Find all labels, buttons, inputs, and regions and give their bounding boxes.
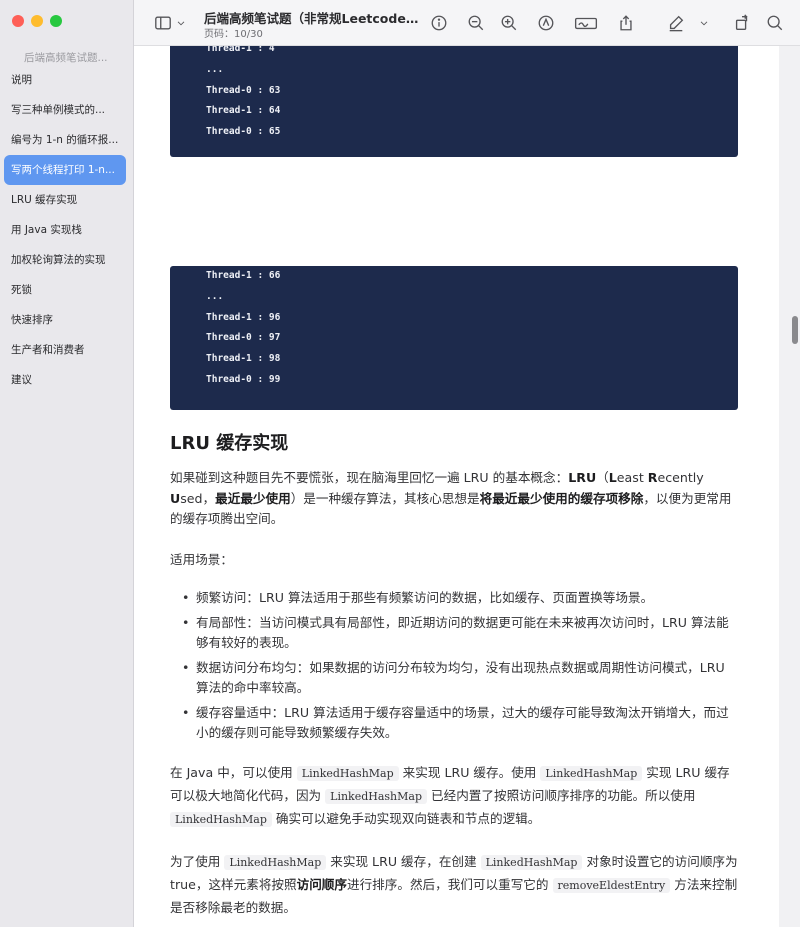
code-block: Thread-1 : 66 ... Thread-1 : 96 Thread-0… (170, 266, 738, 410)
window-controls (12, 15, 62, 27)
code-line: Thread-1 : 98 (206, 353, 281, 365)
sidebar-item-stack[interactable]: 用 Java 实现栈 (4, 215, 126, 245)
text: 确实可以避免手动实现双向链表和节点的逻辑。 (271, 810, 541, 826)
rotate-icon[interactable] (731, 12, 753, 34)
text: 来实现 LRU 缓存。使用 (398, 764, 541, 780)
sidebar-item-producer-consumer[interactable]: 生产者和消费者 (4, 335, 126, 365)
code-line: Thread-1 : 64 (206, 105, 281, 117)
bold-text: 最近最少使用 (215, 490, 291, 506)
document-view[interactable]: Thread-1 : 4 ... Thread-0 : 63 Thread-1 … (134, 46, 800, 927)
sidebar-item-singleton[interactable]: 写三种单例模式的... (4, 95, 126, 125)
fullscreen-window-button[interactable] (50, 15, 62, 27)
code-line: Thread-0 : 99 (206, 373, 281, 385)
close-window-button[interactable] (12, 15, 24, 27)
inline-code: removeEldestEntry (552, 877, 671, 893)
text: 已经内置了按照访问顺序排序的功能。所以使用 (427, 787, 696, 803)
sidebar-toggle-icon[interactable] (152, 12, 174, 34)
sidebar-item-lru[interactable]: LRU 缓存实现 (4, 185, 126, 215)
info-icon[interactable] (428, 12, 450, 34)
inline-code: LinkedHashMap (170, 811, 272, 827)
inline-code: LinkedHashMap (480, 854, 583, 870)
bold-text: 将最近最少使用的缓存项移除 (479, 490, 644, 506)
sidebar-item-advice[interactable]: 建议 (4, 365, 126, 395)
highlight-icon[interactable] (665, 12, 687, 34)
sidebar-item-deadlock[interactable]: 死锁 (4, 275, 126, 305)
code-line: Thread-1 : 66 (206, 270, 281, 281)
sidebar-outline: 说明 写三种单例模式的... 编号为 1-n 的循环报... 写两个线程打印 1… (4, 65, 126, 395)
inline-code: LinkedHashMap (296, 765, 399, 781)
markup-icon[interactable] (535, 12, 557, 34)
list-item: 有局部性：当访问模式具有局部性，即近期访问的数据更可能在未来被再次访问时，LRU… (182, 613, 740, 654)
bold-text: U (170, 490, 181, 506)
sidebar-item-two-threads[interactable]: 写两个线程打印 1-n... (4, 155, 126, 185)
sidebar-item-intro[interactable]: 说明 (4, 65, 126, 95)
code-block: Thread-1 : 4 ... Thread-0 : 63 Thread-1 … (170, 46, 738, 157)
sidebar-item-weighted-rr[interactable]: 加权轮询算法的实现 (4, 245, 126, 275)
list-item: 数据访问分布均匀：如果数据的访问分布较为均匀，没有出现热点数据或周期性访问模式，… (182, 658, 740, 699)
scrollbar-thumb[interactable] (792, 316, 798, 344)
code-line: Thread-0 : 97 (206, 332, 281, 344)
code-line: ... (206, 63, 224, 75)
code-line: Thread-0 : 63 (206, 84, 281, 96)
text: sed， (180, 490, 216, 506)
highlight-options-chevron-icon[interactable] (697, 12, 711, 34)
code-line: Thread-1 : 4 (206, 46, 275, 54)
sidebar-item-josephus[interactable]: 编号为 1-n 的循环报... (4, 125, 126, 155)
code-line: ... (206, 290, 224, 302)
text: 来实现 LRU 缓存，在创建 (326, 853, 481, 869)
pdf-page: Thread-1 : 66 ... Thread-1 : 96 Thread-0… (134, 216, 779, 927)
bold-text: R (647, 470, 658, 485)
zoom-out-icon[interactable] (465, 12, 487, 34)
signature-icon[interactable] (572, 12, 600, 34)
paragraph-linkedhashmap: 在 Java 中，可以使用 LinkedHashMap 来实现 LRU 缓存。使… (170, 762, 740, 831)
text: 进行排序。然后，我们可以重写它的 (346, 876, 553, 892)
scenario-label: 适用场景： (170, 551, 233, 567)
bold-text: LRU (568, 470, 597, 485)
document-content: LRU 缓存实现 如果碰到这种题目先不要慌张，现在脑海里回忆一遍 LRU 的基本… (170, 433, 740, 927)
text: ）是一种缓存算法，其核心思想是 (290, 490, 480, 506)
text: 在 Java 中，可以使用 (170, 764, 297, 780)
text: ecently (657, 470, 704, 485)
zoom-in-icon[interactable] (498, 12, 520, 34)
sidebar-section-title[interactable]: 后端高频笔试题... (24, 50, 120, 65)
bold-text: L (608, 470, 617, 485)
text: east (616, 470, 648, 485)
paragraph-access-order: 为了使用 LinkedHashMap 来实现 LRU 缓存，在创建 Linked… (170, 851, 740, 919)
bold-text: 访问顺序 (296, 876, 347, 892)
text: 如果碰到这种题目先不要慌张，现在脑海里回忆一遍 LRU 的基本概念： (170, 470, 569, 485)
sidebar: 后端高频笔试题... 说明 写三种单例模式的... 编号为 1-n 的循环报..… (0, 0, 134, 927)
page-indicator: 页码：10/30 (204, 29, 263, 40)
list-item: 频繁访问：LRU 算法适用于那些有频繁访问的数据，比如缓存、页面置换等场景。 (182, 588, 740, 609)
inline-code: LinkedHashMap (325, 788, 428, 804)
scrollbar-track[interactable] (779, 46, 800, 927)
search-icon[interactable] (764, 12, 786, 34)
paragraph-intro: 如果碰到这种题目先不要慌张，现在脑海里回忆一遍 LRU 的基本概念：LRU（Le… (170, 468, 740, 530)
code-line: Thread-0 : 65 (206, 126, 281, 138)
list-item: 缓存容量适中：LRU 算法适用于缓存容量适中的场景，过大的缓存可能导致淘汰开销增… (182, 703, 740, 744)
chevron-down-icon[interactable] (174, 12, 188, 34)
share-icon[interactable] (615, 12, 637, 34)
inline-code: LinkedHashMap (224, 854, 327, 870)
bullet-list: 频繁访问：LRU 算法适用于那些有频繁访问的数据，比如缓存、页面置换等场景。 有… (182, 588, 740, 744)
text: 为了使用 (170, 853, 225, 869)
toolbar: 后端高频笔试题（非常规Leetcode类） 页码：10/30 (134, 0, 800, 46)
code-line: Thread-1 : 96 (206, 311, 281, 323)
inline-code: LinkedHashMap (540, 765, 643, 781)
sidebar-item-quicksort[interactable]: 快速排序 (4, 305, 126, 335)
minimize-window-button[interactable] (31, 15, 43, 27)
section-heading: LRU 缓存实现 (170, 433, 289, 454)
text: （ (596, 470, 609, 485)
